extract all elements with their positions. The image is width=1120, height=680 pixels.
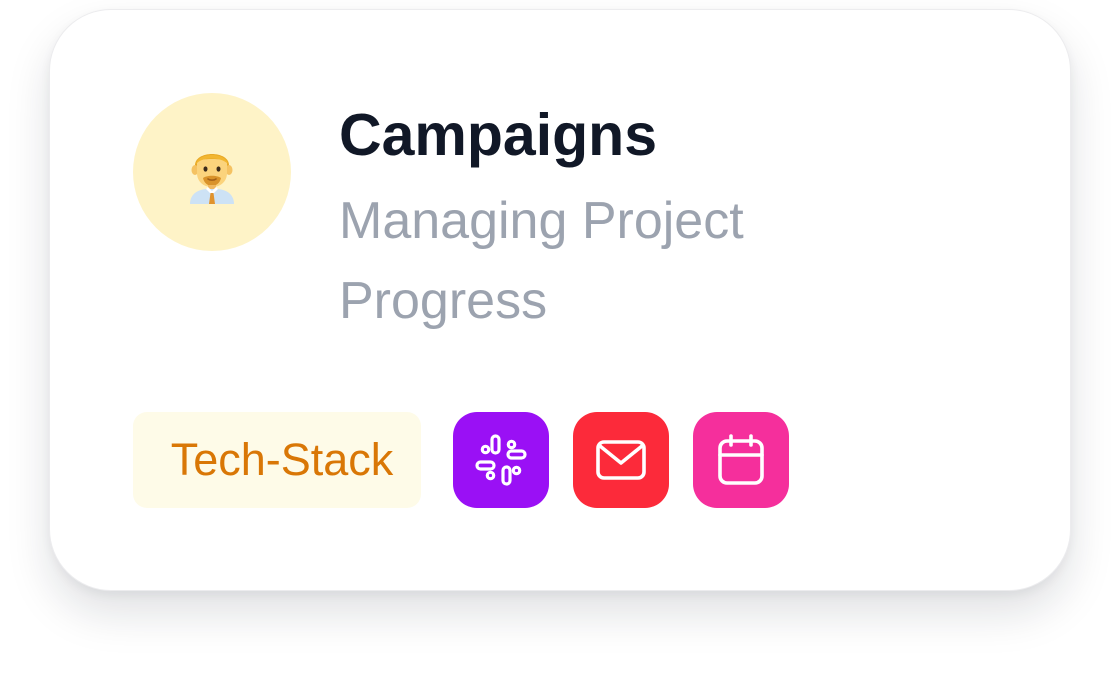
mail-button[interactable] xyxy=(573,412,669,508)
card-title: Campaigns xyxy=(339,102,658,168)
tech-stack-tag[interactable]: Tech-Stack xyxy=(133,412,421,508)
man-office-worker-icon xyxy=(190,154,234,204)
campaign-card: Campaigns Managing Project Progress Tech… xyxy=(49,9,1071,591)
slack-button[interactable] xyxy=(453,412,549,508)
slack-icon xyxy=(475,434,527,486)
calendar-button[interactable] xyxy=(693,412,789,508)
calendar-icon xyxy=(718,434,764,485)
mail-icon xyxy=(596,440,646,480)
card-subtitle: Managing Project Progress xyxy=(339,192,744,330)
avatar xyxy=(133,93,291,251)
